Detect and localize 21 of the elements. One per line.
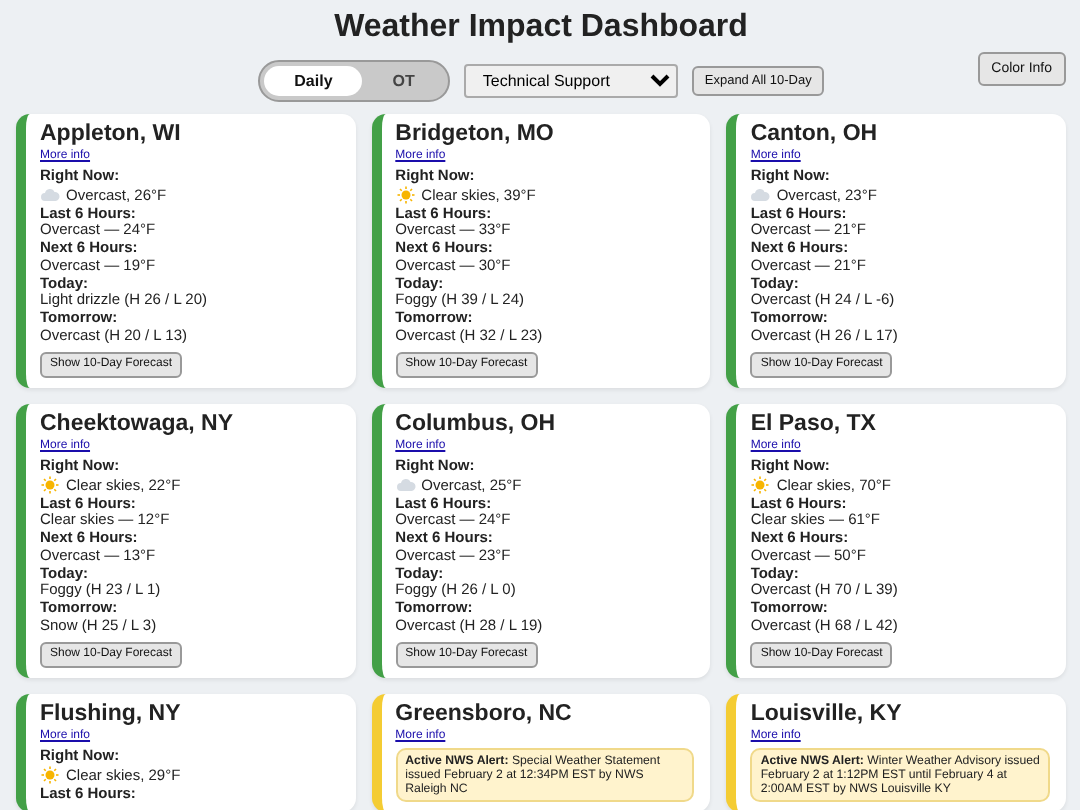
city-name: Cheektowaga, NY bbox=[40, 412, 235, 438]
sun-icon bbox=[750, 475, 771, 494]
sun-icon bbox=[40, 475, 60, 494]
toggle-option[interactable]: Daily bbox=[264, 66, 363, 96]
cloud-icon bbox=[750, 185, 771, 204]
city-name: El Paso, TX bbox=[750, 412, 878, 438]
city-name: Louisville, KY bbox=[750, 702, 904, 728]
view-toggle[interactable]: Daily OT bbox=[258, 60, 451, 102]
cloud-icon bbox=[40, 185, 60, 204]
city-name: Columbus, OH bbox=[395, 412, 558, 438]
toggle-option[interactable]: OT bbox=[362, 66, 445, 96]
team-select[interactable]: Technical Support bbox=[464, 64, 679, 98]
city-name: Appleton, WI bbox=[40, 122, 183, 148]
city-name: Canton, OH bbox=[750, 122, 880, 148]
sun-icon bbox=[40, 765, 60, 784]
dashboard-title: Weather Impact Dashboard bbox=[332, 8, 750, 48]
cloud-icon bbox=[395, 475, 416, 494]
city-name: Greensboro, NC bbox=[395, 702, 574, 728]
city-name: Flushing, NY bbox=[40, 702, 183, 728]
sun-icon bbox=[395, 185, 416, 204]
city-name: Bridgeton, MO bbox=[395, 122, 556, 148]
